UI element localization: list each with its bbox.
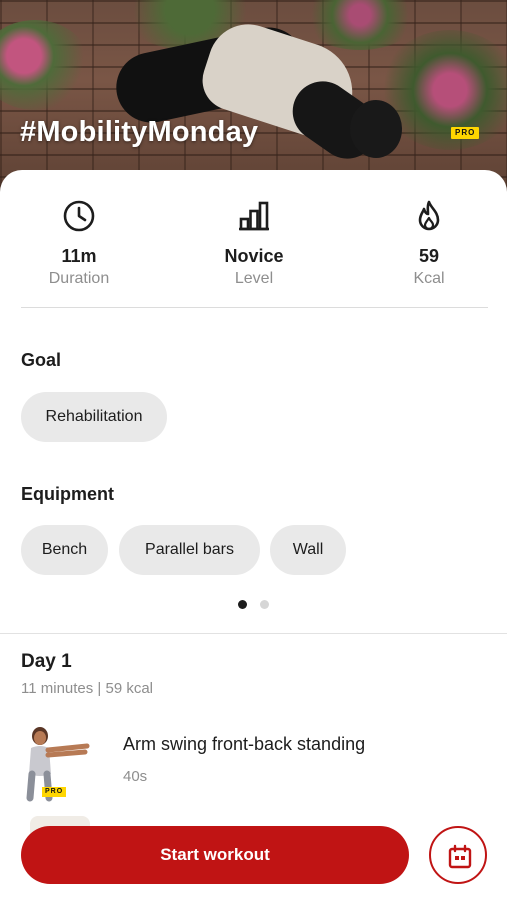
page-dot-active[interactable]	[238, 600, 247, 609]
exercise-name: Arm swing front-back standing	[123, 734, 366, 754]
stat-label: Kcal	[413, 270, 445, 287]
stat-value: Novice	[224, 246, 284, 266]
stat-value: 11m	[61, 246, 97, 266]
level-bars-icon	[239, 201, 269, 231]
goal-chip-rehabilitation[interactable]: Rehabilitation	[21, 392, 167, 442]
stat-label: Duration	[48, 270, 110, 287]
schedule-button[interactable]	[429, 826, 487, 884]
stat-kcal: 59 Kcal	[354, 198, 504, 288]
flame-icon	[418, 200, 440, 231]
calendar-icon	[448, 844, 472, 869]
athlete-figure	[95, 14, 415, 180]
goal-title: Goal	[21, 350, 62, 370]
equipment-chip-wall[interactable]: Wall	[270, 525, 346, 575]
workout-title: #MobilityMonday	[20, 116, 259, 148]
stats-row: 11m Duration Novice Level 59 Kcal	[0, 198, 507, 288]
equipment-title: Equipment	[21, 484, 114, 504]
day-title: Day 1	[21, 651, 72, 672]
pro-badge: PRO	[451, 127, 480, 139]
clock-icon	[63, 200, 95, 232]
stat-duration: 11m Duration	[4, 198, 154, 288]
stat-value: 59	[418, 246, 440, 266]
day-meta: 11 minutes | 59 kcal	[21, 680, 154, 697]
workout-details-card: 11m Duration Novice Level 59 Kcal Goal R…	[0, 170, 507, 900]
equipment-chip-parallel-bars[interactable]: Parallel bars	[119, 525, 260, 575]
page-dot[interactable]	[260, 600, 269, 609]
pro-badge: PRO	[42, 787, 67, 797]
exercise-duration: 40s	[123, 768, 148, 785]
divider	[21, 307, 488, 308]
exercise-item[interactable]: PRO Arm swing front-back standing 40s	[0, 718, 507, 802]
section-separator	[0, 633, 507, 634]
equipment-chip-bench[interactable]: Bench	[21, 525, 108, 575]
stat-label: Level	[234, 270, 274, 287]
start-workout-button[interactable]: Start workout	[21, 826, 409, 884]
stat-level: Novice Level	[179, 198, 329, 288]
